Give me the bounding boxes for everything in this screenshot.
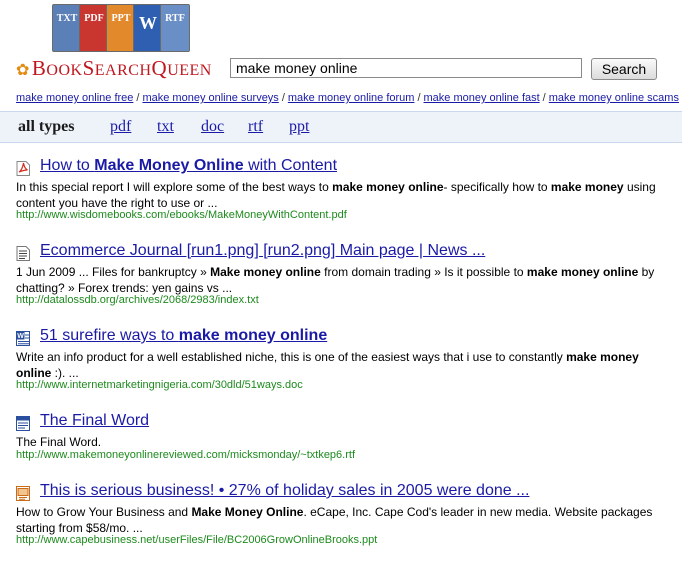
rtf-book-icon: RTF [160,4,190,52]
flower-icon: ✿ [16,62,30,79]
file-type-filter-bar: all types pdf txt doc rtf ppt [0,111,682,143]
result-url: http://www.capebusiness.net/userFiles/Fi… [16,534,378,546]
doc-file-icon: W [16,331,30,346]
txt-book-icon: TXT [52,4,82,52]
svg-text:W: W [17,333,24,340]
rtf-file-icon [16,416,30,431]
type-filter-pdf[interactable]: pdf [110,118,131,136]
word-book-icon: W [133,4,163,52]
result-snippet: How to Grow Your Business and Make Money… [16,505,653,535]
brand-name: ✿BOOKSEARCHQUEEN [16,56,212,80]
result-title[interactable]: The Final Word [40,412,149,430]
search-result: W 51 surefire ways to make money online … [16,327,678,397]
result-title[interactable]: Ecommerce Journal [run1.png] [run2.png] … [40,242,485,260]
books-logo-icon: TXT PDF PPT W RTF [52,4,202,56]
related-separator: / [417,92,421,104]
related-link[interactable]: make money online forum [288,92,415,104]
ppt-file-icon [16,486,30,501]
result-title[interactable]: How to Make Money Online with Content [40,157,337,175]
search-button[interactable]: Search [591,58,657,80]
result-snippet: In this special report I will explore so… [16,180,656,210]
result-snippet: Write an info product for a well establi… [16,350,639,380]
search-result: Ecommerce Journal [run1.png] [run2.png] … [16,242,678,312]
ppt-book-icon: PPT [106,4,136,52]
related-separator: / [136,92,140,104]
related-link[interactable]: make money online scams [549,92,679,104]
result-snippet: 1 Jun 2009 ... Files for bankruptcy » Ma… [16,265,655,295]
related-searches: make money online free / make money online… [16,92,682,104]
result-title[interactable]: This is serious business! • 27% of holid… [40,482,529,500]
site-logo[interactable]: TXT PDF PPT W RTF ✿BOOKSEARCHQUEEN [16,4,226,80]
search-result: How to Make Money Online with Content In… [16,157,678,227]
type-filter-txt[interactable]: txt [157,118,174,136]
search-result: This is serious business! • 27% of holid… [16,482,678,552]
search-result: The Final Word The Final Word. http://ww… [16,412,678,468]
related-link[interactable]: make money online fast [424,92,540,104]
result-url: http://www.wisdomebooks.com/ebooks/MakeM… [16,209,347,221]
result-url: http://datalossdb.org/archives/2068/2983… [16,294,259,306]
type-filter-ppt[interactable]: ppt [289,118,309,136]
search-input[interactable] [230,58,582,78]
result-url: http://www.makemoneyonlinereviewed.com/m… [16,449,356,461]
txt-file-icon [16,246,30,261]
related-link[interactable]: make money online surveys [142,92,278,104]
result-url: http://www.internetmarketingnigeria.com/… [16,379,303,391]
result-title[interactable]: 51 surefire ways to make money online [40,327,327,345]
result-snippet: The Final Word. [16,435,102,449]
type-filter-doc[interactable]: doc [201,118,224,136]
type-filter-all[interactable]: all types [18,118,74,136]
pdf-book-icon: PDF [79,4,109,52]
pdf-file-icon [16,161,30,176]
type-filter-rtf[interactable]: rtf [248,118,263,136]
related-separator: / [281,92,285,104]
related-separator: / [542,92,546,104]
related-link[interactable]: make money online free [16,92,133,104]
